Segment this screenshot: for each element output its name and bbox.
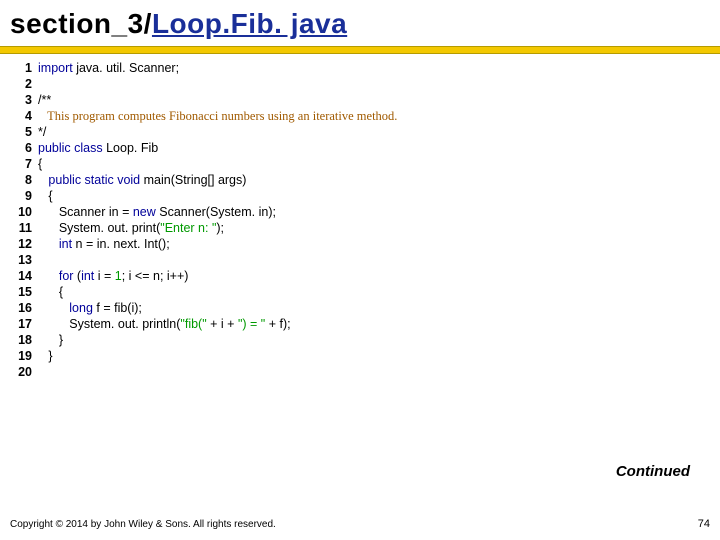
code-line: 18 } — [10, 332, 710, 348]
copyright-footer: Copyright © 2014 by John Wiley & Sons. A… — [10, 519, 276, 530]
line-number: 13 — [10, 252, 38, 268]
page-number: 74 — [698, 518, 710, 530]
code-line: 13 — [10, 252, 710, 268]
line-number: 6 — [10, 140, 38, 156]
code-line: 10 Scanner in = new Scanner(System. in); — [10, 204, 710, 220]
line-number: 4 — [10, 108, 38, 124]
code-line: 4 This program computes Fibonacci number… — [10, 108, 710, 124]
code-content: */ — [38, 124, 46, 140]
code-line: 2 — [10, 76, 710, 92]
code-line: 8 public static void main(String[] args) — [10, 172, 710, 188]
line-number: 8 — [10, 172, 38, 188]
line-number: 10 — [10, 204, 38, 220]
slide-title: section_3/Loop.Fib. java — [0, 0, 720, 44]
code-line: 9 { — [10, 188, 710, 204]
code-content: Scanner in = new Scanner(System. in); — [38, 204, 276, 220]
line-number: 18 — [10, 332, 38, 348]
line-number: 19 — [10, 348, 38, 364]
line-number: 16 — [10, 300, 38, 316]
code-content: { — [38, 284, 63, 300]
title-underline — [0, 46, 720, 54]
code-line: 3/** — [10, 92, 710, 108]
code-content: long f = fib(i); — [38, 300, 142, 316]
code-content: int n = in. next. Int(); — [38, 236, 170, 252]
line-number: 7 — [10, 156, 38, 172]
code-line: 12 int n = in. next. Int(); — [10, 236, 710, 252]
code-line: 11 System. out. print("Enter n: "); — [10, 220, 710, 236]
code-content: /** — [38, 92, 51, 108]
title-filename: Loop.Fib. java — [152, 8, 347, 39]
line-number: 14 — [10, 268, 38, 284]
code-line: 14 for (int i = 1; i <= n; i++) — [10, 268, 710, 284]
line-number: 15 — [10, 284, 38, 300]
code-content: { — [38, 188, 53, 204]
code-content: This program computes Fibonacci numbers … — [38, 108, 397, 124]
code-content — [38, 76, 41, 92]
continued-label: Continued — [616, 463, 690, 480]
title-prefix: section_3/ — [10, 8, 152, 39]
code-line: 7{ — [10, 156, 710, 172]
code-line: 16 long f = fib(i); — [10, 300, 710, 316]
code-line: 20 — [10, 364, 710, 380]
line-number: 20 — [10, 364, 38, 380]
line-number: 5 — [10, 124, 38, 140]
line-number: 3 — [10, 92, 38, 108]
code-line: 15 { — [10, 284, 710, 300]
code-line: 1import java. util. Scanner; — [10, 60, 710, 76]
code-content: import java. util. Scanner; — [38, 60, 179, 76]
code-content: public static void main(String[] args) — [38, 172, 246, 188]
line-number: 2 — [10, 76, 38, 92]
code-content: { — [38, 156, 42, 172]
code-line: 19 } — [10, 348, 710, 364]
code-line: 6public class Loop. Fib — [10, 140, 710, 156]
line-number: 9 — [10, 188, 38, 204]
line-number: 12 — [10, 236, 38, 252]
line-number: 1 — [10, 60, 38, 76]
code-content: } — [38, 348, 53, 364]
code-content: } — [38, 332, 63, 348]
line-number: 11 — [10, 220, 38, 236]
code-content: System. out. println("fib(" + i + ") = "… — [38, 316, 291, 332]
code-content: System. out. print("Enter n: "); — [38, 220, 224, 236]
code-content — [38, 364, 41, 380]
code-content: for (int i = 1; i <= n; i++) — [38, 268, 188, 284]
code-line: 17 System. out. println("fib(" + i + ") … — [10, 316, 710, 332]
line-number: 17 — [10, 316, 38, 332]
code-listing: 1import java. util. Scanner;2 3/**4 This… — [0, 60, 720, 380]
code-line: 5*/ — [10, 124, 710, 140]
code-content — [38, 252, 41, 268]
code-content: public class Loop. Fib — [38, 140, 158, 156]
